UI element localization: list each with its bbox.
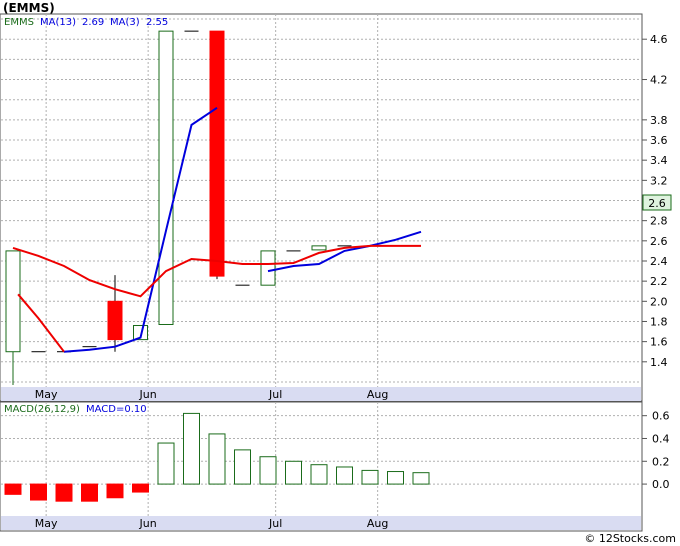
macd-legend: MACD(26,12,9) MACD=0.10 — [4, 404, 147, 415]
macd-legend-value: MACD=0.10 — [86, 404, 147, 415]
macd-y-axis: 0.0 0.2 0.4 0.6 — [642, 410, 670, 491]
stock-chart: (EMMS) May Jun Jul Aug 1.4 1.6 1.8 2.0 2.2 2.4 2.… — [0, 0, 680, 546]
price-y-tick-label-3: 2.0 — [650, 295, 668, 308]
macd-y-tick-label-0: 0.0 — [652, 478, 670, 491]
macd-legend-label: MACD(26,12,9) — [4, 404, 80, 415]
candle-body-4 — [107, 300, 123, 341]
macd-bar-12 — [310, 464, 328, 485]
macd-bar-16 — [412, 472, 430, 485]
macd-x-label-1: Jun — [139, 517, 157, 530]
legend-ma13-value: 2.69 — [82, 17, 104, 28]
macd-bar-13 — [336, 466, 353, 485]
macd-bar-5 — [132, 483, 149, 493]
macd-bar-8 — [208, 433, 226, 485]
price-x-label-2: Jul — [268, 388, 282, 401]
macd-bar-11 — [285, 460, 302, 485]
price-y-tick-label-10: 3.4 — [650, 154, 668, 167]
legend-ma13-label: MA(13) — [40, 17, 76, 28]
macd-bar-15 — [387, 471, 404, 485]
last-price-value: 2.6 — [648, 197, 666, 210]
candle-body-8 — [209, 30, 225, 277]
macd-y-tick-label-3: 0.6 — [652, 410, 670, 423]
price-y-tick-label-5: 2.4 — [650, 255, 668, 268]
price-y-tick-label-0: 1.4 — [650, 356, 668, 369]
price-y-tick-label-13: 4.2 — [650, 74, 668, 87]
macd-bar-2 — [55, 483, 73, 502]
legend-symbol: EMMS — [4, 17, 34, 28]
chart-title: (EMMS) — [3, 1, 55, 15]
candle-body-6 — [158, 30, 174, 325]
macd-bar-14 — [361, 469, 379, 485]
price-x-label-0: May — [35, 388, 58, 401]
macd-x-label-0: May — [35, 517, 58, 530]
price-date-band — [1, 387, 641, 401]
candle-body-10 — [260, 250, 276, 286]
price-x-label-1: Jun — [139, 388, 157, 401]
macd-y-tick-label-2: 0.4 — [652, 432, 670, 445]
price-y-tick-label-12: 3.8 — [650, 114, 668, 127]
price-y-tick-label-1: 1.6 — [650, 336, 668, 349]
legend-ma3-label: MA(3) — [110, 17, 140, 28]
watermark: © 12Stocks.com — [584, 532, 676, 545]
price-panel — [0, 13, 643, 402]
price-y-tick-label-14: 4.6 — [650, 33, 668, 46]
macd-bar-7 — [183, 412, 200, 485]
macd-bar-1 — [30, 483, 47, 501]
macd-bar-9 — [234, 449, 251, 485]
macd-x-label-3: Aug — [367, 517, 388, 530]
macd-date-band — [1, 516, 641, 530]
candle-body-12 — [311, 245, 327, 251]
price-x-label-3: Aug — [367, 388, 388, 401]
macd-x-label-2: Jul — [268, 517, 282, 530]
chart-canvas: (EMMS) May Jun Jul Aug 1.4 1.6 1.8 2.0 2.2 2.4 2.… — [0, 1, 676, 545]
price-y-tick-label-4: 2.2 — [650, 275, 668, 288]
price-y-tick-label-7: 2.8 — [650, 215, 668, 228]
legend-ma3-value: 2.55 — [146, 17, 168, 28]
last-price-tag: 2.6 — [642, 194, 672, 211]
macd-y-tick-label-1: 0.2 — [652, 455, 670, 468]
price-y-tick-label-6: 2.6 — [650, 235, 668, 248]
macd-bar-6 — [157, 442, 175, 485]
macd-bar-10 — [259, 456, 277, 485]
price-y-tick-label-11: 3.6 — [650, 134, 668, 147]
candle-body-0 — [5, 250, 21, 353]
macd-bar-0 — [4, 483, 22, 495]
price-y-tick-label-2: 1.8 — [650, 315, 668, 328]
macd-bar-4 — [106, 483, 124, 499]
macd-bar-3 — [81, 483, 98, 502]
price-y-tick-label-9: 3.2 — [650, 174, 668, 187]
